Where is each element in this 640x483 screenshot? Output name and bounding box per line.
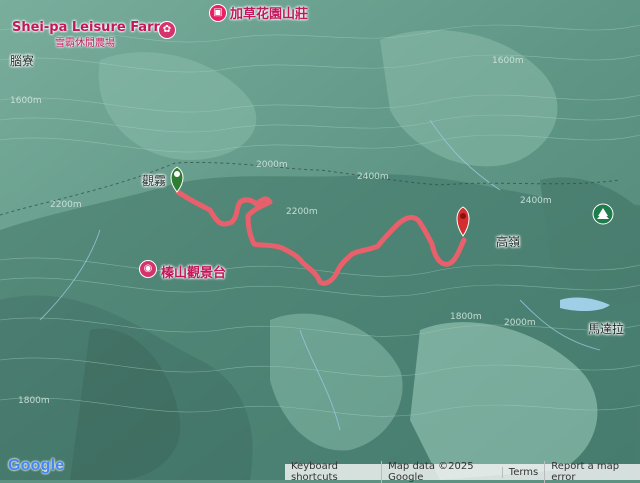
place-madala: 馬達拉 bbox=[588, 322, 625, 336]
poi-hotel[interactable]: 加草花園山莊 bbox=[230, 3, 308, 22]
place-guanwu: 觀霧 bbox=[142, 174, 167, 188]
poi-farm-zh[interactable]: 雪霸休閒農場 bbox=[55, 34, 115, 49]
place-gaoling: 高嶺 bbox=[496, 235, 521, 249]
contour-label: 1800m bbox=[450, 312, 482, 322]
tree-icon[interactable] bbox=[592, 203, 614, 225]
terrain-map[interactable] bbox=[0, 0, 640, 480]
contour-label: 2400m bbox=[520, 196, 552, 206]
contour-label: 2200m bbox=[50, 200, 82, 210]
logo-text: Google bbox=[8, 457, 65, 474]
contour-label: 1600m bbox=[10, 96, 42, 106]
map-footer: Keyboard shortcuts Map data ©2025 Google… bbox=[285, 461, 640, 483]
contour-label: 2200m bbox=[286, 207, 318, 217]
poi-viewpoint[interactable]: 榛山觀景台 bbox=[161, 262, 226, 281]
contour-label: 2400m bbox=[357, 172, 389, 182]
terms-link[interactable]: Terms bbox=[501, 466, 544, 478]
place-naoliao: 腦寮 bbox=[10, 54, 35, 68]
hotel-icon[interactable]: ▣ bbox=[209, 4, 227, 22]
poi-farm-en[interactable]: Shei-pa Leisure Farm bbox=[12, 20, 167, 35]
contour-label: 2000m bbox=[256, 160, 288, 170]
contour-label: 1800m bbox=[18, 396, 50, 406]
camera-icon[interactable]: ◉ bbox=[139, 260, 157, 278]
google-logo: Google bbox=[8, 457, 64, 475]
contour-label: 2000m bbox=[504, 318, 536, 328]
contour-label: 1600m bbox=[492, 56, 524, 66]
leisure-farm-icon[interactable]: ✿ bbox=[158, 21, 176, 39]
